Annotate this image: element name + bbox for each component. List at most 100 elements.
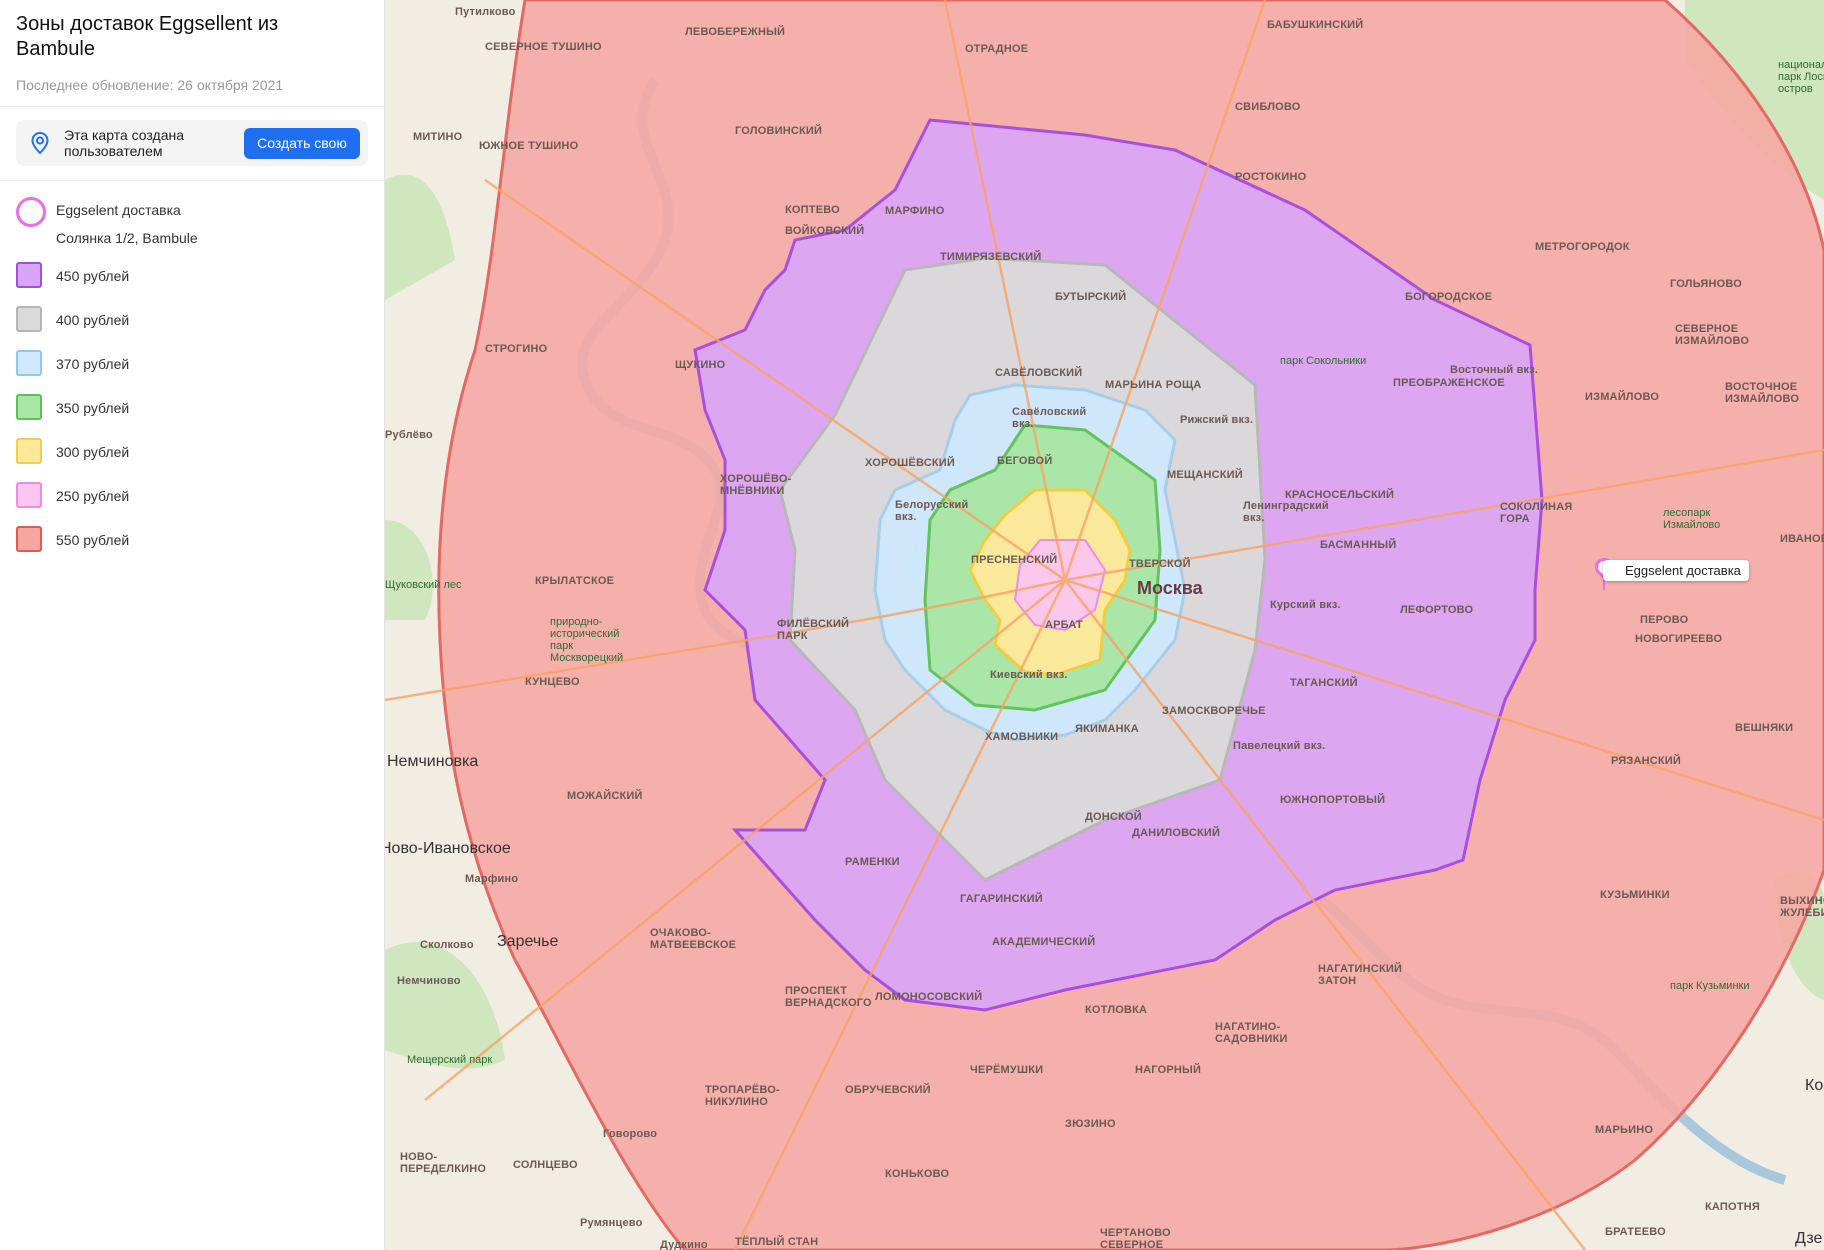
legend-label: 300 рублей [56, 444, 130, 460]
sidebar: Зоны доставок Eggsellent из Bambule Посл… [0, 0, 385, 1250]
svg-text:остров: остров [1778, 83, 1813, 95]
svg-text:ЗАТОН: ЗАТОН [1318, 975, 1356, 987]
svg-text:МЕЩАНСКИЙ: МЕЩАНСКИЙ [1167, 468, 1243, 481]
svg-text:КОТЛОВКА: КОТЛОВКА [1085, 1004, 1147, 1016]
point-address: Солянка 1/2, Bambule [56, 230, 198, 246]
svg-text:Дудкино: Дудкино [660, 1239, 708, 1250]
svg-text:СЕВЕРНОЕ: СЕВЕРНОЕ [1100, 1239, 1163, 1250]
svg-text:Рублёво: Рублёво [385, 429, 433, 441]
svg-text:ЮЖНОЕ ТУШИНО: ЮЖНОЕ ТУШИНО [479, 140, 579, 152]
svg-text:ГОЛЬЯНОВО: ГОЛЬЯНОВО [1670, 278, 1742, 290]
svg-text:ПРЕСНЕНСКИЙ: ПРЕСНЕНСКИЙ [971, 553, 1057, 566]
point-title[interactable]: Eggselent доставка [56, 202, 181, 218]
svg-text:КОПТЕВО: КОПТЕВО [785, 204, 840, 216]
svg-text:ПАРК: ПАРК [777, 630, 808, 642]
svg-text:КОНЬКОВО: КОНЬКОВО [885, 1168, 949, 1180]
svg-text:ПРОСПЕКТ: ПРОСПЕКТ [785, 985, 847, 997]
svg-text:ХОРОШЁВСКИЙ: ХОРОШЁВСКИЙ [865, 456, 955, 469]
svg-text:ЯКИМАНКА: ЯКИМАНКА [1075, 723, 1139, 735]
zone-swatch [16, 394, 42, 420]
legend-label: 400 рублей [56, 312, 130, 328]
svg-text:БРАТЕЕВО: БРАТЕЕВО [1605, 1226, 1666, 1238]
svg-text:СЕВЕРНОЕ ТУШИНО: СЕВЕРНОЕ ТУШИНО [485, 41, 602, 53]
svg-text:МАРЬИНО: МАРЬИНО [1595, 1124, 1653, 1136]
svg-text:МАРФИНО: МАРФИНО [885, 205, 945, 217]
svg-text:Измайлово: Измайлово [1663, 519, 1720, 531]
svg-text:ЛОМОНОСОВСКИЙ: ЛОМОНОСОВСКИЙ [875, 990, 982, 1003]
svg-text:ЧЕРТАНОВО: ЧЕРТАНОВО [1100, 1227, 1171, 1239]
location-pin-icon [31, 131, 49, 155]
divider [0, 180, 384, 181]
svg-text:вкз.: вкз. [1012, 418, 1034, 430]
svg-text:ЧЕРЁМУШКИ: ЧЕРЁМУШКИ [970, 1063, 1043, 1076]
svg-text:Савёловский: Савёловский [1012, 406, 1086, 418]
svg-text:ПЕРОВО: ПЕРОВО [1640, 614, 1689, 626]
svg-text:МЕТРОГОРОДОК: МЕТРОГОРОДОК [1535, 241, 1630, 253]
zone-swatch [16, 306, 42, 332]
svg-text:ЛЕФОРТОВО: ЛЕФОРТОВО [1400, 604, 1473, 616]
svg-text:МНЁВНИКИ: МНЁВНИКИ [720, 484, 784, 497]
map-title: Зоны доставок Eggsellent из Bambule [16, 13, 279, 60]
svg-text:ЮЖНОПОРТОВЫЙ: ЮЖНОПОРТОВЫЙ [1280, 793, 1385, 806]
svg-text:ТРОПАРЁВО-: ТРОПАРЁВО- [705, 1083, 780, 1096]
svg-text:ВЫХИНО-: ВЫХИНО- [1780, 895, 1824, 907]
point-marker-icon[interactable] [16, 197, 46, 227]
svg-text:Марфино: Марфино [465, 873, 518, 885]
svg-text:Восточный вкз.: Восточный вкз. [1450, 364, 1538, 376]
svg-text:ТЁПЛЫЙ СТАН: ТЁПЛЫЙ СТАН [735, 1235, 818, 1248]
zone-swatch [16, 482, 42, 508]
svg-text:АРБАТ: АРБАТ [1045, 619, 1083, 631]
svg-text:ВОСТОЧНОЕ: ВОСТОЧНОЕ [1725, 381, 1797, 393]
svg-text:Ленинградский: Ленинградский [1243, 500, 1329, 512]
svg-text:ГОЛОВИНСКИЙ: ГОЛОВИНСКИЙ [735, 124, 822, 137]
svg-text:Ко: Ко [1805, 1077, 1823, 1094]
svg-text:ДОНСКОЙ: ДОНСКОЙ [1085, 810, 1142, 823]
svg-text:ОЧАКОВО-: ОЧАКОВО- [650, 927, 711, 939]
svg-text:вкз.: вкз. [895, 511, 917, 523]
map-canvas[interactable]: Путилково СЕВЕРНОЕ ТУШИНО ЛЕВОБЕРЕЖНЫЙ О… [385, 0, 1824, 1250]
svg-text:МОЖАЙСКИЙ: МОЖАЙСКИЙ [567, 789, 643, 802]
svg-text:Щуковский лес: Щуковский лес [385, 579, 462, 591]
svg-text:ИЗМАЙЛОВО: ИЗМАЙЛОВО [1725, 392, 1799, 405]
svg-text:СЕВЕРНОЕ: СЕВЕРНОЕ [1675, 323, 1738, 335]
svg-text:Павелецкий вкз.: Павелецкий вкз. [1233, 740, 1325, 752]
svg-text:парк: парк [550, 640, 573, 652]
svg-text:ПЕРЕДЕЛКИНО: ПЕРЕДЕЛКИНО [400, 1163, 486, 1175]
legend-label: 250 рублей [56, 488, 130, 504]
map-svg[interactable]: Путилково СЕВЕРНОЕ ТУШИНО ЛЕВОБЕРЕЖНЫЙ О… [385, 0, 1824, 1250]
last-updated: Последнее обновление: 26 октября 2021 [16, 77, 284, 93]
balloon-label[interactable]: Eggselent доставка [1603, 560, 1749, 581]
svg-text:вкз.: вкз. [1243, 512, 1265, 524]
svg-text:ЗАМОСКВОРЕЧЬЕ: ЗАМОСКВОРЕЧЬЕ [1162, 705, 1266, 717]
svg-text:БАБУШКИНСКИЙ: БАБУШКИНСКИЙ [1267, 18, 1363, 31]
svg-text:КУНЦЕВО: КУНЦЕВО [525, 676, 580, 688]
svg-text:НАГОРНЫЙ: НАГОРНЫЙ [1135, 1063, 1201, 1076]
svg-text:КРЫЛАТСКОЕ: КРЫЛАТСКОЕ [535, 575, 614, 587]
svg-text:ИВАНОВСКОЕ: ИВАНОВСКОЕ [1780, 533, 1824, 545]
svg-text:ОБРУЧЕВСКИЙ: ОБРУЧЕВСКИЙ [845, 1083, 931, 1096]
svg-text:Мещерский парк: Мещерский парк [407, 1054, 492, 1066]
svg-text:Говорово: Говорово [603, 1128, 657, 1140]
svg-text:МАТВЕЕВСКОЕ: МАТВЕЕВСКОЕ [650, 939, 736, 951]
svg-text:парк Кузьминки: парк Кузьминки [1670, 980, 1749, 992]
svg-text:Ново-Ивановское: Ново-Ивановское [385, 840, 511, 857]
svg-text:ХОРОШЁВО-: ХОРОШЁВО- [720, 472, 792, 485]
svg-text:Путилково: Путилково [455, 6, 516, 18]
legend-label: 370 рублей [56, 356, 130, 372]
legend-label: 450 рублей [56, 268, 130, 284]
create-own-map-button[interactable]: Создать свою [244, 128, 360, 159]
svg-text:ГОРА: ГОРА [1500, 513, 1530, 525]
svg-text:Заречье: Заречье [497, 933, 559, 950]
city-label: Москва [1137, 578, 1204, 598]
svg-text:ОТРАДНОЕ: ОТРАДНОЕ [965, 43, 1028, 55]
svg-text:природно-: природно- [550, 616, 603, 628]
zone-swatch [16, 526, 42, 552]
svg-text:ТИМИРЯЗЕВСКИЙ: ТИМИРЯЗЕВСКИЙ [940, 250, 1042, 263]
svg-text:Киевский вкз.: Киевский вкз. [990, 669, 1068, 681]
svg-text:СВИБЛОВО: СВИБЛОВО [1235, 101, 1301, 113]
svg-text:ХАМОВНИКИ: ХАМОВНИКИ [985, 731, 1058, 743]
svg-text:ВЕШНЯКИ: ВЕШНЯКИ [1735, 722, 1793, 734]
svg-text:Румянцево: Румянцево [580, 1217, 643, 1229]
svg-text:НОВОГИРЕЕВО: НОВОГИРЕЕВО [1635, 633, 1723, 645]
svg-text:БОГОРОДСКОЕ: БОГОРОДСКОЕ [1405, 291, 1492, 303]
